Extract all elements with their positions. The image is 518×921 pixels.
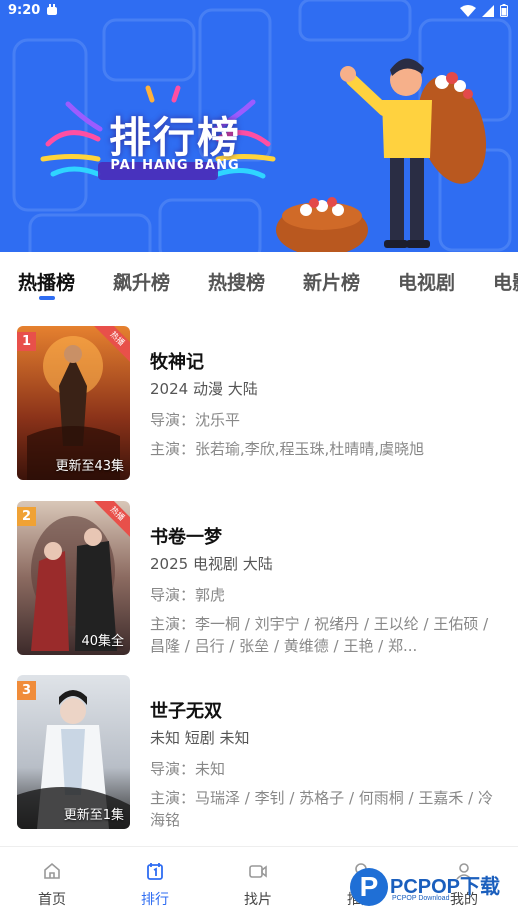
- nav-find-video[interactable]: 找片: [218, 861, 298, 909]
- item-title: 书卷一梦: [150, 527, 222, 548]
- episode-status: 40集全: [81, 634, 124, 649]
- tab-hot-search[interactable]: 热搜榜: [208, 268, 265, 295]
- tab-new-release[interactable]: 新片榜: [303, 268, 360, 295]
- home-icon: [44, 862, 60, 879]
- item-director: 导演：郭虎: [150, 586, 226, 604]
- nav-home[interactable]: 首页: [12, 861, 92, 909]
- episode-status: 更新至43集: [55, 459, 124, 474]
- banner-subtitle: PAI HANG BANG: [110, 158, 240, 173]
- wifi-icon: [460, 4, 476, 17]
- watermark-logo: P: [350, 868, 388, 906]
- episode-status: 更新至1集: [63, 808, 124, 823]
- item-meta: 未知 短剧 未知: [150, 729, 250, 747]
- item-meta: 2025 电视剧 大陆: [150, 555, 273, 573]
- ranking-tabs: 热播榜 飙升榜 热搜榜 新片榜 电视剧 电影: [0, 252, 518, 310]
- tab-movie[interactable]: 电影: [493, 268, 518, 295]
- poster[interactable]: 2 热播 40集全: [17, 501, 130, 655]
- item-title: 世子无双: [150, 701, 222, 722]
- item-title: 牧神记: [150, 352, 204, 373]
- item-cast: 主演：马瑞泽 / 李钊 / 苏格子 / 何雨桐 / 王嘉禾 / 冷海铭: [150, 789, 493, 829]
- watermark-subtext: PCPOP Download: [392, 895, 450, 902]
- item-director: 导演：沈乐平: [150, 411, 241, 429]
- banner-character-illustration: [276, 58, 487, 252]
- nav-label: 首页: [38, 892, 66, 908]
- item-meta: 2024 动漫 大陆: [150, 380, 258, 398]
- battery-icon: [500, 4, 508, 17]
- status-bar: 9:20: [0, 0, 518, 22]
- item-director: 导演：未知: [150, 760, 226, 778]
- status-time: 9:20: [8, 3, 41, 18]
- nav-label: 找片: [244, 892, 272, 908]
- ranking-banner: 9:20 排行榜 PAI HANG BANG: [0, 0, 518, 252]
- tab-rising[interactable]: 飙升榜: [113, 268, 170, 295]
- signal-icon: [482, 4, 494, 17]
- nav-label: 排行: [141, 892, 169, 908]
- site-watermark: P PCPOP下载 PCPOP Download: [350, 866, 518, 916]
- rank-badge: 1: [17, 332, 36, 351]
- rank-badge: 2: [17, 507, 36, 526]
- notification-icon: [47, 4, 57, 15]
- ranking-icon: [147, 863, 163, 880]
- video-icon: [249, 865, 267, 878]
- tab-hot-play[interactable]: 热播榜: [18, 268, 75, 295]
- poster[interactable]: 3 更新至1集: [17, 675, 130, 829]
- tab-active-indicator: [39, 296, 55, 300]
- banner-title: 排行榜: [108, 113, 241, 162]
- list-item[interactable]: 1 热播 更新至43集 牧神记 2024 动漫 大陆 导演：沈乐平 主演：张若瑜…: [0, 326, 518, 486]
- list-item[interactable]: 2 热播 40集全 书卷一梦 2025 电视剧 大陆 导演：郭虎 主演：李一桐 …: [0, 501, 518, 661]
- list-item[interactable]: 3 更新至1集 世子无双 未知 短剧 未知 导演：未知 主演：马瑞泽 / 李钊 …: [0, 675, 518, 835]
- poster[interactable]: 1 热播 更新至43集: [17, 326, 130, 480]
- rank-badge: 3: [17, 681, 36, 700]
- item-cast: 主演：李一桐 / 刘宇宁 / 祝绪丹 / 王以纶 / 王佑硕 / 昌隆 / 吕行…: [150, 615, 489, 655]
- nav-ranking[interactable]: 排行: [115, 861, 195, 909]
- tab-tv-series[interactable]: 电视剧: [398, 268, 455, 295]
- item-cast: 主演：张若瑜,李欣,程玉珠,杜晴晴,虞晓旭: [150, 440, 425, 458]
